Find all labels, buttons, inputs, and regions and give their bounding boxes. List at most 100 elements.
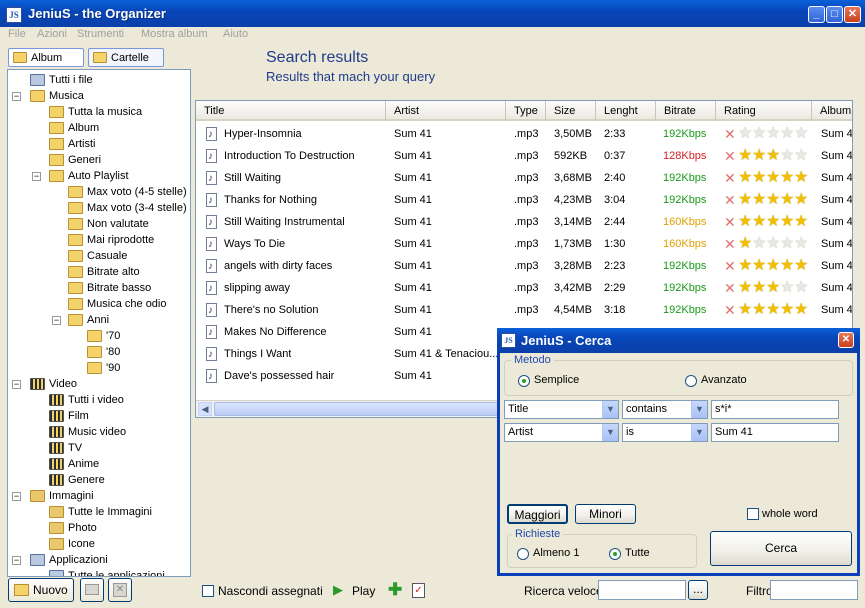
- star-icon[interactable]: ★: [738, 280, 752, 296]
- star-icon[interactable]: ★: [766, 192, 780, 208]
- rating-stars[interactable]: ✕ ★ ★ ★ ★ ★: [724, 167, 814, 189]
- table-row[interactable]: Ways To DieSum 41.mp31,73MB1:30160Kbps✕★…: [196, 233, 852, 256]
- star-icon[interactable]: ★: [794, 214, 808, 230]
- menu-mostra-album[interactable]: Mostra album: [141, 28, 208, 40]
- ricerca-veloce-input[interactable]: [598, 580, 686, 600]
- scroll-thumb[interactable]: [214, 402, 499, 416]
- col-type[interactable]: Type: [506, 101, 546, 121]
- clear-rating-icon[interactable]: ✕: [724, 258, 736, 274]
- table-row[interactable]: Still Waiting Instrumental Sum 41 .mp3 3,14…: [196, 211, 852, 234]
- star-icon[interactable]: ★: [738, 258, 752, 274]
- collapse-toggle[interactable]: −: [52, 316, 61, 325]
- star-icon[interactable]: ★: [780, 192, 794, 208]
- maximize-button[interactable]: □: [826, 6, 843, 23]
- collapse-toggle[interactable]: −: [12, 556, 21, 565]
- clear-rating-icon[interactable]: ✕: [724, 302, 736, 318]
- star-icon[interactable]: ★: [752, 148, 766, 164]
- clear-rating-icon[interactable]: ✕: [724, 170, 736, 186]
- col-size[interactable]: Size: [546, 101, 596, 121]
- rating-stars[interactable]: ✕ ★ ★ ★ ★ ★: [724, 277, 814, 299]
- table-row[interactable]: There's no Solution Sum 41 .mp3 4,54MB 3:18 1…: [196, 299, 852, 322]
- table-row[interactable]: slipping away Sum 41 .mp3 3,42MB 2:29 192Kbps…: [196, 277, 852, 300]
- col-title[interactable]: Title: [196, 101, 386, 121]
- star-icon[interactable]: ★: [780, 126, 794, 142]
- star-icon[interactable]: ★: [794, 170, 808, 186]
- star-icon[interactable]: ★: [752, 280, 766, 296]
- star-icon[interactable]: ★: [766, 126, 780, 142]
- add-icon[interactable]: ✚: [388, 580, 402, 600]
- star-icon[interactable]: ★: [780, 214, 794, 230]
- clear-rating-icon[interactable]: ✕: [724, 280, 736, 296]
- table-row[interactable]: Introduction To Destruction Sum 41 .mp3 592…: [196, 145, 852, 168]
- semplice-radio[interactable]: [518, 375, 530, 387]
- whole-word-checkbox[interactable]: [747, 508, 759, 520]
- field-select-2[interactable]: Artist ▼: [504, 423, 619, 442]
- rating-stars[interactable]: ✕ ★ ★ ★ ★ ★: [724, 299, 814, 321]
- star-icon[interactable]: ★: [780, 148, 794, 164]
- clear-rating-icon[interactable]: ✕: [724, 148, 736, 164]
- table-row[interactable]: Still Waiting Sum 41 .mp3 3,68MB 2:40 192Kbps…: [196, 167, 852, 190]
- play-label[interactable]: Play: [352, 584, 375, 598]
- rating-stars[interactable]: ✕ ★ ★ ★ ★ ★: [724, 145, 814, 167]
- star-icon[interactable]: ★: [794, 280, 808, 296]
- star-icon[interactable]: ★: [780, 280, 794, 296]
- star-icon[interactable]: ★: [794, 258, 808, 274]
- clear-rating-icon[interactable]: ✕: [724, 236, 736, 252]
- table-row[interactable]: Hyper-Insomnia Sum 41 .mp3 3,50MB 2:33 192Kbp…: [196, 123, 852, 146]
- value-input-2[interactable]: Sum 41: [711, 423, 839, 442]
- star-icon[interactable]: ★: [738, 148, 752, 164]
- tutte-radio[interactable]: [609, 548, 621, 560]
- star-icon[interactable]: ★: [794, 148, 808, 164]
- table-row[interactable]: Thanks for Nothing Sum 41 .mp3 4,23MB 3:04 19…: [196, 189, 852, 212]
- star-icon[interactable]: ★: [794, 302, 808, 318]
- star-icon[interactable]: ★: [780, 302, 794, 318]
- star-icon[interactable]: ★: [794, 192, 808, 208]
- col-lenght[interactable]: Lenght: [596, 101, 656, 121]
- field-select-1[interactable]: Title ▼: [504, 400, 619, 419]
- star-icon[interactable]: ★: [766, 280, 780, 296]
- menu-azioni[interactable]: Azioni: [37, 28, 67, 40]
- dialog-title-bar[interactable]: JS JeniuS - Cerca ✕: [497, 328, 860, 353]
- nascondi-checkbox[interactable]: [202, 585, 214, 597]
- star-icon[interactable]: ★: [780, 236, 794, 252]
- scroll-left-icon[interactable]: ◀: [198, 402, 212, 416]
- star-icon[interactable]: ★: [780, 258, 794, 274]
- play-icon[interactable]: ▶: [333, 582, 343, 598]
- operator-select-1[interactable]: contains ▼: [622, 400, 708, 419]
- almeno-radio[interactable]: [517, 548, 529, 560]
- menu-file[interactable]: File: [8, 28, 26, 40]
- star-icon[interactable]: ★: [738, 126, 752, 142]
- star-icon[interactable]: ★: [766, 236, 780, 252]
- operator-select-2[interactable]: is ▼: [622, 423, 708, 442]
- open-folder-button[interactable]: [80, 578, 104, 602]
- star-icon[interactable]: ★: [738, 170, 752, 186]
- star-icon[interactable]: ★: [766, 302, 780, 318]
- star-icon[interactable]: ★: [780, 170, 794, 186]
- star-icon[interactable]: ★: [752, 258, 766, 274]
- star-icon[interactable]: ★: [766, 148, 780, 164]
- collapse-toggle[interactable]: −: [12, 92, 21, 101]
- star-icon[interactable]: ★: [766, 214, 780, 230]
- star-icon[interactable]: ★: [766, 170, 780, 186]
- tab-cartelle[interactable]: Cartelle: [88, 48, 164, 67]
- checklist-icon[interactable]: ✓: [412, 583, 425, 598]
- col-artist[interactable]: Artist: [386, 101, 506, 121]
- clear-rating-icon[interactable]: ✕: [724, 192, 736, 208]
- star-icon[interactable]: ★: [766, 258, 780, 274]
- minori-button[interactable]: Minori: [575, 504, 636, 524]
- delete-button[interactable]: ✕: [108, 578, 132, 602]
- clear-rating-icon[interactable]: ✕: [724, 126, 736, 142]
- star-icon[interactable]: ★: [752, 126, 766, 142]
- collapse-toggle[interactable]: −: [12, 492, 21, 501]
- rating-stars[interactable]: ✕ ★ ★ ★ ★ ★: [724, 211, 814, 233]
- rating-stars[interactable]: ✕ ★ ★ ★ ★ ★: [724, 255, 814, 277]
- collapse-toggle[interactable]: −: [32, 172, 41, 181]
- star-icon[interactable]: ★: [794, 236, 808, 252]
- cerca-button[interactable]: Cerca: [710, 531, 852, 566]
- col-album[interactable]: Album: [812, 101, 852, 121]
- table-row[interactable]: angels with dirty faces Sum 41 .mp3 3,28MB 2…: [196, 255, 852, 278]
- rating-stars[interactable]: ✕ ★ ★ ★ ★ ★: [724, 123, 814, 145]
- tab-album[interactable]: Album: [8, 48, 84, 67]
- star-icon[interactable]: ★: [752, 170, 766, 186]
- star-icon[interactable]: ★: [752, 236, 766, 252]
